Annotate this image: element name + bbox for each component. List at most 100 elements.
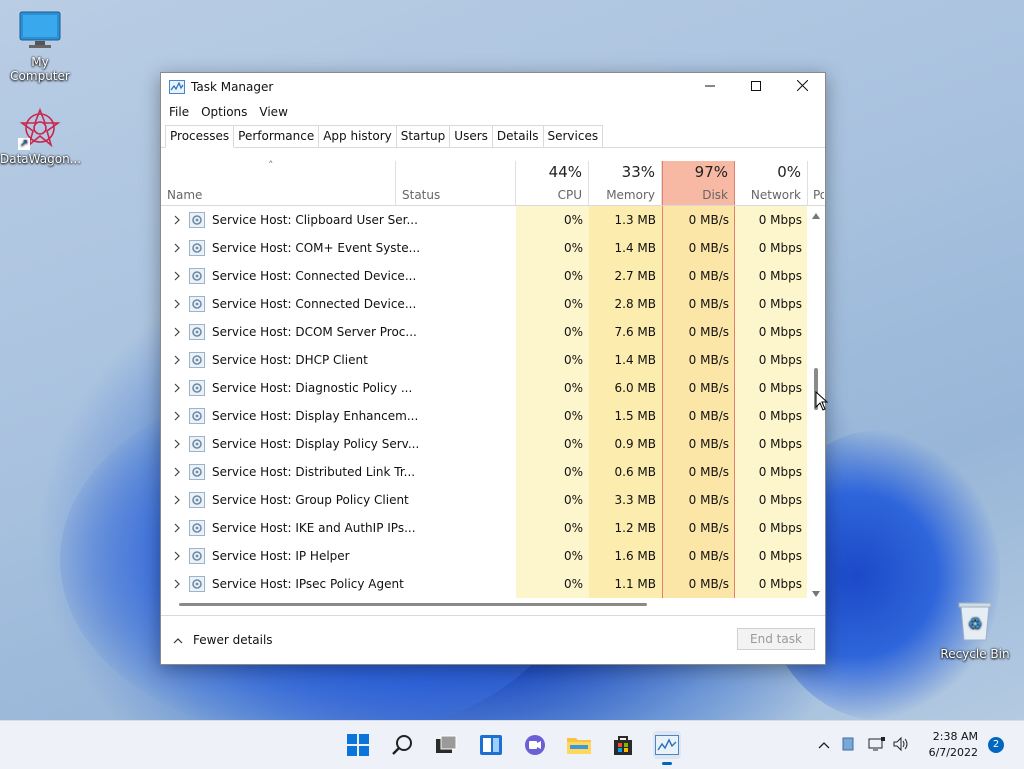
end-task-button[interactable]: End task — [737, 628, 815, 650]
svg-text:♻: ♻ — [968, 614, 982, 633]
chevron-up-icon[interactable] — [818, 738, 830, 752]
table-row[interactable]: Service Host: Display Policy Serv... 0% 0.… — [161, 430, 807, 458]
process-cpu: 0% — [563, 577, 583, 591]
menu-view[interactable]: View — [253, 105, 293, 119]
column-header-name[interactable]: ˄ Name — [161, 159, 396, 205]
column-header-network[interactable]: 0% Network — [735, 161, 808, 205]
maximize-button[interactable] — [733, 73, 779, 101]
scroll-down-icon[interactable] — [812, 587, 820, 601]
file-explorer-icon[interactable] — [565, 731, 593, 759]
table-row[interactable]: Service Host: Group Policy Client 0% 3.3 M… — [161, 486, 807, 514]
process-disk: 0 MB/s — [688, 577, 729, 591]
network-icon[interactable] — [868, 736, 886, 755]
tab-performance[interactable]: Performance — [233, 125, 320, 147]
title-bar[interactable]: Task Manager — [161, 73, 825, 101]
table-row[interactable]: Service Host: DCOM Server Proc... 0% 7.6 M… — [161, 318, 807, 346]
tab-details[interactable]: Details — [491, 125, 544, 147]
table-row[interactable]: Service Host: Diagnostic Policy ... 0% 6.0… — [161, 374, 807, 402]
column-header-disk[interactable]: 97% Disk — [662, 161, 735, 205]
chevron-right-icon[interactable] — [171, 326, 183, 338]
column-header-status[interactable]: Status — [396, 161, 516, 205]
process-cpu: 0% — [563, 409, 583, 423]
table-row[interactable]: Service Host: IKE and AuthIP IPs... 0% 1.2… — [161, 514, 807, 542]
process-cpu: 0% — [563, 381, 583, 395]
table-row[interactable]: Service Host: Connected Device... 0% 2.7 M… — [161, 262, 807, 290]
gear-icon — [189, 212, 205, 228]
taskbar-clock[interactable]: 2:38 AM 6/7/2022 — [929, 729, 978, 761]
process-disk: 0 MB/s — [688, 437, 729, 451]
memory-total-percent: 33% — [621, 163, 655, 181]
notification-badge[interactable]: 2 — [988, 737, 1004, 753]
table-row[interactable]: Service Host: IP Helper 0% 1.6 MB 0 MB/s 0 M… — [161, 542, 807, 570]
chevron-right-icon[interactable] — [171, 494, 183, 506]
column-header-memory[interactable]: 33% Memory — [589, 161, 662, 205]
chevron-right-icon[interactable] — [171, 438, 183, 450]
chevron-right-icon[interactable] — [171, 354, 183, 366]
process-network: 0 Mbps — [758, 353, 802, 367]
chevron-right-icon[interactable] — [171, 578, 183, 590]
table-row[interactable]: Service Host: IPsec Policy Agent 0% 1.1 MB… — [161, 570, 807, 598]
process-cpu: 0% — [563, 297, 583, 311]
process-network: 0 Mbps — [758, 297, 802, 311]
tray-app-icon[interactable] — [842, 737, 854, 754]
tab-app-history[interactable]: App history — [318, 125, 397, 147]
table-row[interactable]: Service Host: COM+ Event Syste... 0% 1.4 M… — [161, 234, 807, 262]
desktop-icon-recycle-bin[interactable]: ♻ Recycle Bin — [935, 598, 1015, 661]
tab-processes[interactable]: Processes — [165, 125, 235, 148]
volume-icon[interactable] — [892, 736, 910, 755]
footer-bar: Fewer details End task — [161, 615, 825, 664]
mouse-cursor-icon — [815, 390, 829, 414]
chevron-right-icon[interactable] — [171, 298, 183, 310]
task-manager-icon[interactable] — [653, 731, 681, 765]
table-row[interactable]: Service Host: DHCP Client 0% 1.4 MB 0 MB/s 0… — [161, 346, 807, 374]
store-icon[interactable] — [609, 731, 637, 759]
chevron-right-icon[interactable] — [171, 522, 183, 534]
desktop-icon-label: Recycle Bin — [940, 647, 1010, 661]
process-cpu: 0% — [563, 437, 583, 451]
fewer-details-button[interactable]: Fewer details — [173, 633, 273, 647]
task-view-icon[interactable] — [432, 731, 460, 759]
chevron-right-icon[interactable] — [171, 270, 183, 282]
process-network: 0 Mbps — [758, 409, 802, 423]
table-row[interactable]: Service Host: Clipboard User Ser... 0% 1.3… — [161, 206, 807, 234]
column-header-power-truncated[interactable]: Po — [808, 161, 824, 205]
gear-icon — [189, 268, 205, 284]
process-list: Service Host: Clipboard User Ser... 0% 1.3… — [161, 206, 807, 598]
chevron-right-icon[interactable] — [171, 242, 183, 254]
gear-icon — [189, 324, 205, 340]
horizontal-scrollbar-thumb[interactable] — [179, 603, 647, 606]
process-memory: 2.7 MB — [614, 269, 656, 283]
chevron-right-icon[interactable] — [171, 410, 183, 422]
gear-icon — [189, 576, 205, 592]
close-button[interactable] — [779, 73, 825, 101]
process-cpu: 0% — [563, 213, 583, 227]
chat-icon[interactable] — [521, 731, 549, 759]
minimize-button[interactable] — [687, 73, 733, 101]
search-icon[interactable] — [389, 731, 417, 759]
table-row[interactable]: Service Host: Display Enhancem... 0% 1.5 M… — [161, 402, 807, 430]
chevron-right-icon[interactable] — [171, 382, 183, 394]
desktop-icon-my-computer[interactable]: My Computer — [0, 10, 80, 83]
desktop-icon-datawagon[interactable]: ↗ DataWagon... — [0, 106, 81, 166]
chevron-right-icon[interactable] — [171, 550, 183, 562]
process-name: Service Host: IPsec Policy Agent — [212, 577, 404, 591]
column-header-cpu[interactable]: 44% CPU — [516, 161, 589, 205]
scroll-up-icon[interactable] — [812, 209, 820, 223]
widgets-icon[interactable] — [477, 731, 505, 759]
chevron-right-icon[interactable] — [171, 214, 183, 226]
tab-startup[interactable]: Startup — [395, 125, 451, 147]
chevron-right-icon[interactable] — [171, 466, 183, 478]
process-network: 0 Mbps — [758, 521, 802, 535]
process-disk: 0 MB/s — [688, 549, 729, 563]
menu-options[interactable]: Options — [195, 105, 253, 119]
table-row[interactable]: Service Host: Distributed Link Tr... 0% 0.… — [161, 458, 807, 486]
start-icon[interactable] — [344, 731, 372, 759]
process-memory: 0.6 MB — [614, 465, 656, 479]
gear-icon — [189, 548, 205, 564]
table-row[interactable]: Service Host: Connected Device... 0% 2.8 M… — [161, 290, 807, 318]
tab-users[interactable]: Users — [449, 125, 493, 147]
window-title: Task Manager — [191, 80, 274, 94]
process-disk: 0 MB/s — [688, 521, 729, 535]
menu-file[interactable]: File — [163, 105, 195, 119]
tab-services[interactable]: Services — [542, 125, 604, 147]
